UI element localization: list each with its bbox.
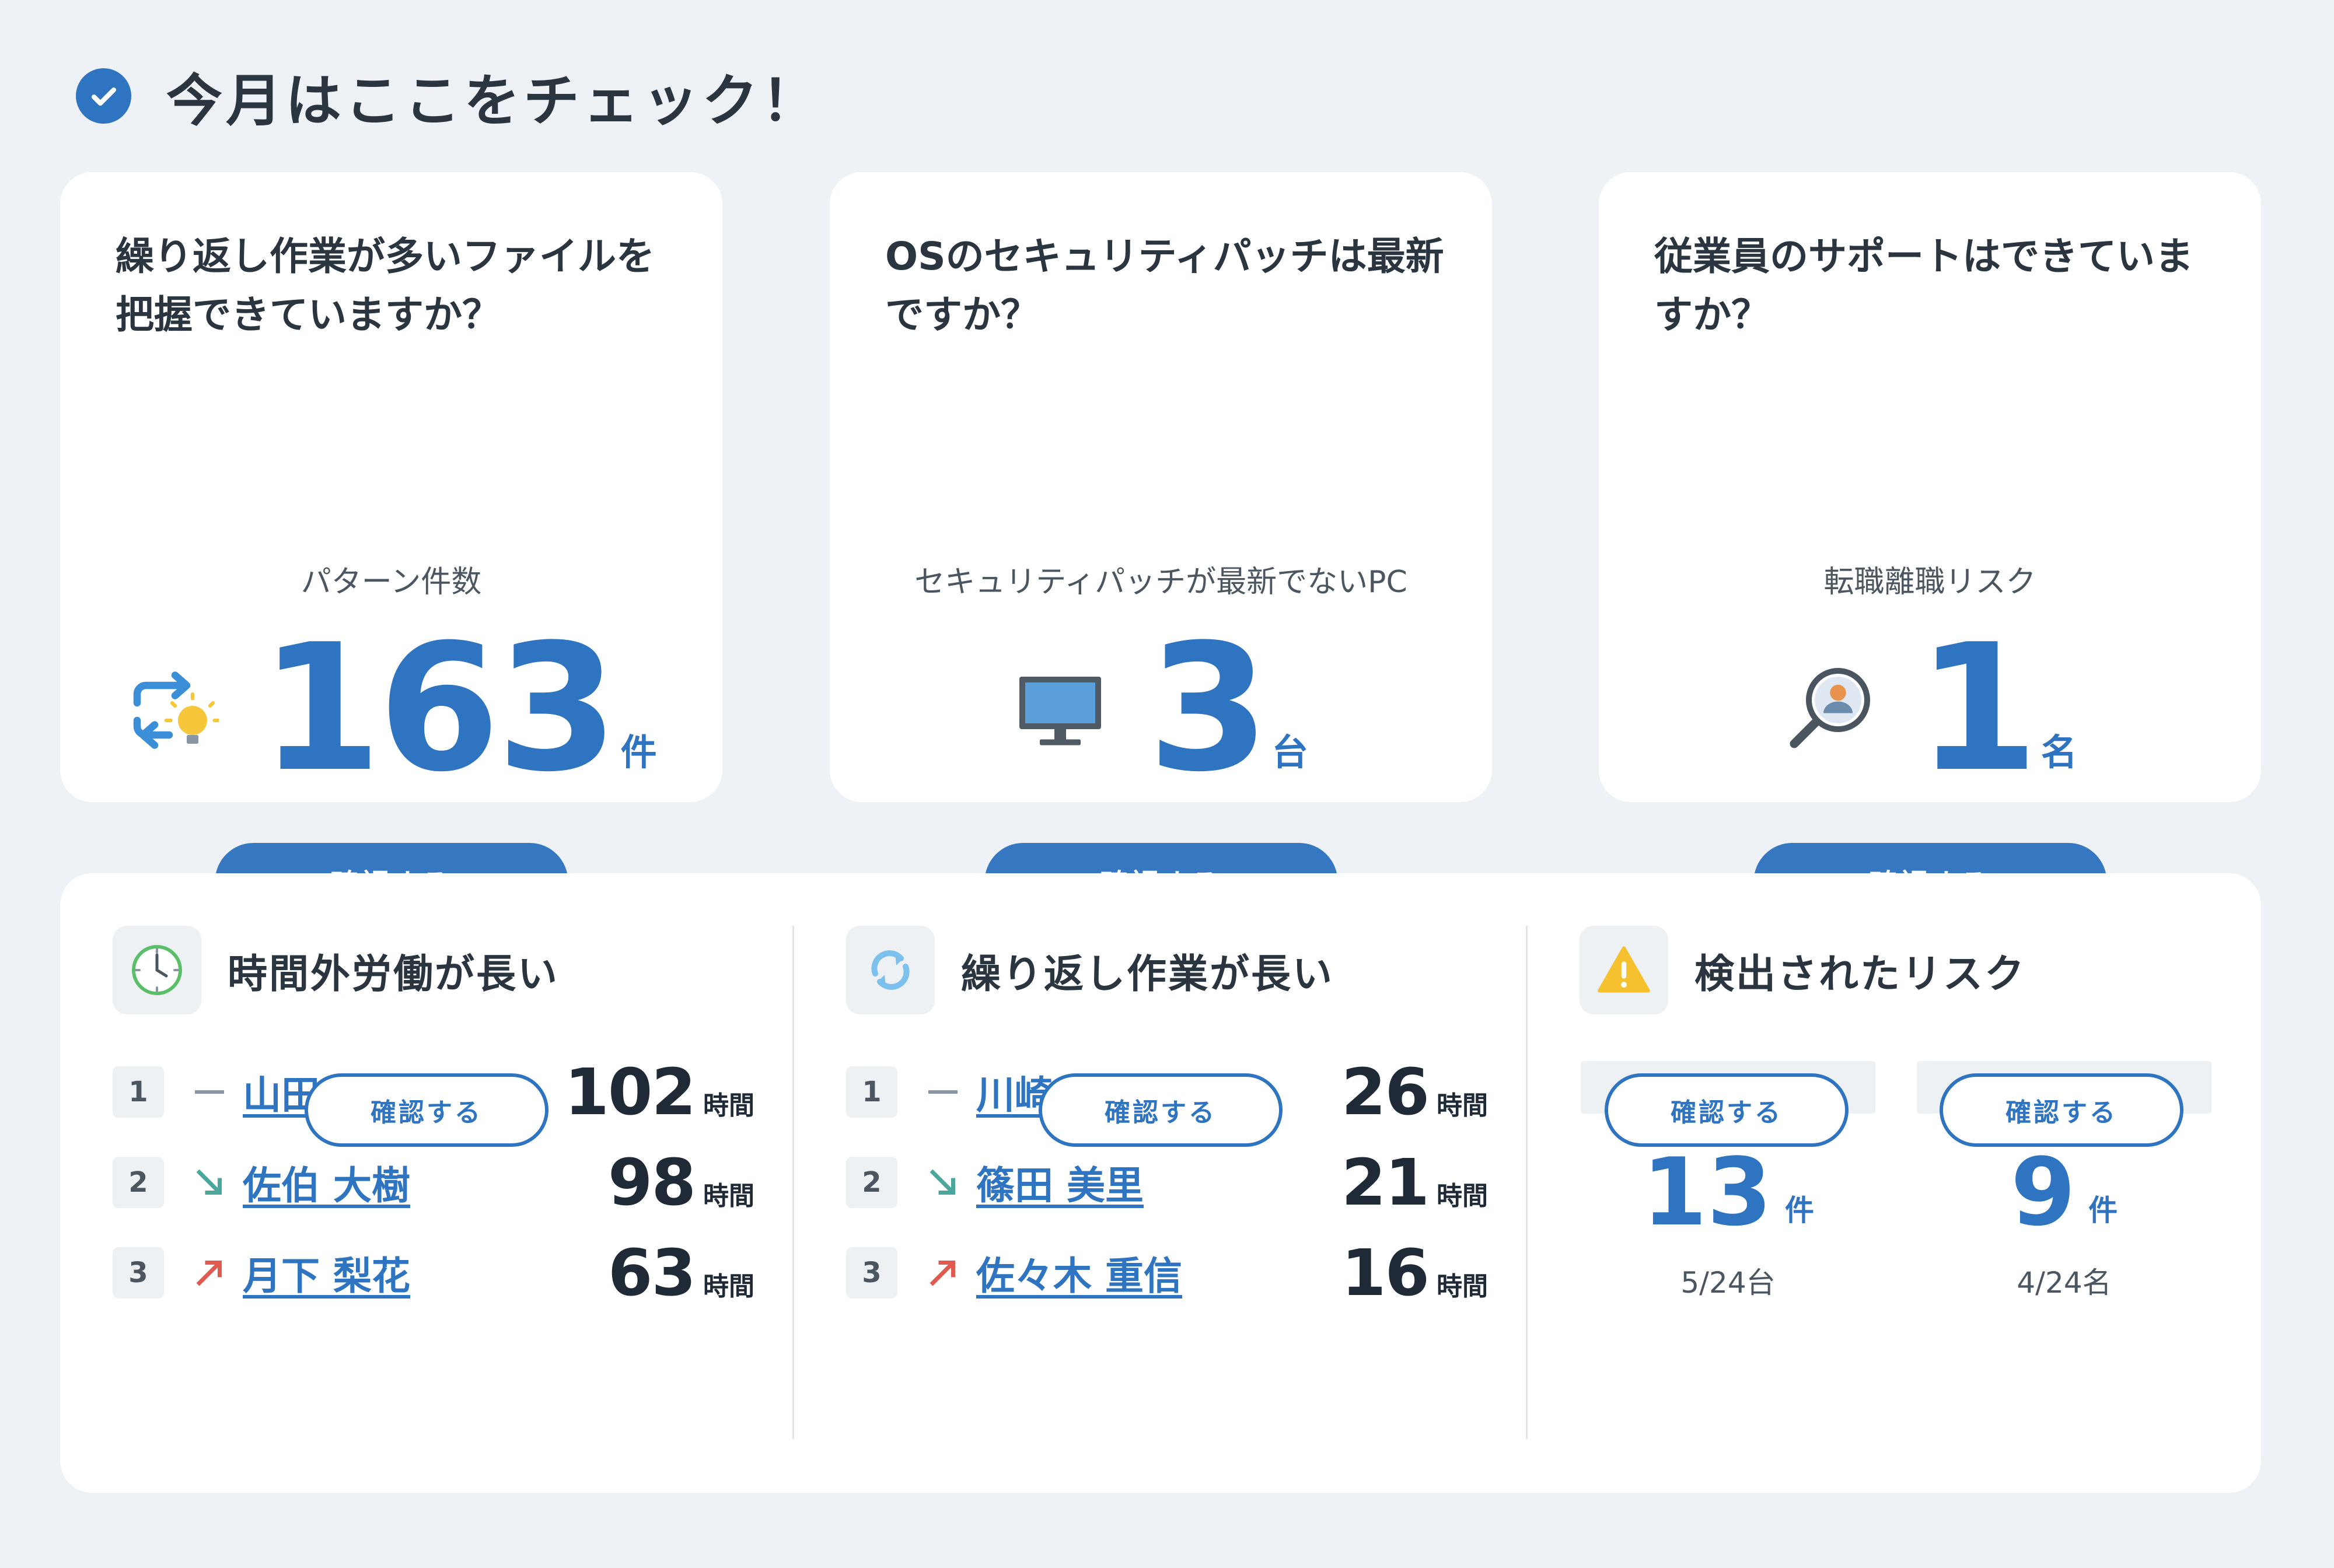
repetitive-confirm-button[interactable]: 確認する — [1039, 1073, 1283, 1147]
rank-number: 1 — [846, 1066, 897, 1118]
risk-ratio: 5/24台 — [1680, 1266, 1776, 1300]
card-metric-label: 転職離職リスク — [1823, 565, 2036, 600]
security-confirm-button[interactable]: 確認する — [1940, 1073, 2183, 1147]
refresh-icon — [846, 926, 935, 1014]
warning-icon — [1580, 926, 1668, 1014]
monitor-icon — [1019, 677, 1102, 746]
rank-number: 1 — [113, 1066, 164, 1118]
ranking-row: 2 佐伯 大樹 98 時間 — [113, 1145, 754, 1220]
overtime-confirm-button[interactable]: 確認する — [305, 1073, 548, 1147]
repeat-lightbulb-icon — [134, 671, 219, 749]
section-title: 検出されたリスク — [1694, 951, 2026, 998]
hours-value: 98 時間 — [608, 1145, 754, 1220]
card-metric: 3 台 — [830, 607, 1492, 810]
employee-link[interactable]: 佐々木 重信 — [976, 1245, 1182, 1301]
hours-number: 26 — [1341, 1055, 1430, 1129]
card-question: 従業員のサポートはできていますか？ — [1654, 234, 2193, 337]
card-metric-unit: 名 — [2040, 731, 2077, 774]
employee-link[interactable]: 篠田 美里 — [976, 1154, 1144, 1210]
hours-number: 16 — [1341, 1236, 1430, 1310]
section-header: 検出されたリスク — [1580, 926, 2026, 1014]
hours-unit: 時間 — [1437, 1091, 1488, 1121]
risk-section: 検出されたリスク IT資産 13 件 5/24台 セキュリティ 9 件 4/24… — [1527, 873, 2260, 1493]
ranking-row: 3 佐々木 重信 16 時間 — [846, 1236, 1488, 1310]
risk-count: 9 件 — [1917, 1138, 2211, 1247]
rank-number: 3 — [113, 1247, 164, 1298]
card-question: OSのセキュリティパッチは最新ですか？ — [885, 234, 1444, 337]
page-title: 今月はここをチェック！ — [166, 68, 821, 134]
it-assets-confirm-button[interactable]: 確認する — [1605, 1073, 1849, 1147]
hours-number: 21 — [1341, 1145, 1430, 1220]
hours-unit: 時間 — [703, 1091, 754, 1121]
ranking-panel: 時間外労働が長い 1 山田 太郎 102時間 2 佐伯 大樹 98時間 3 月下… — [60, 873, 2261, 1493]
trend-flat-icon — [187, 1070, 231, 1114]
risk-ratio: 4/24名 — [2017, 1266, 2112, 1300]
employee-link[interactable]: 月下 梨花 — [243, 1245, 410, 1301]
hours-value: 26 時間 — [1341, 1055, 1488, 1129]
risk-count: 13 件 — [1581, 1138, 1875, 1247]
hours-value: 63 時間 — [608, 1236, 754, 1310]
section-title: 繰り返し作業が長い — [961, 951, 1334, 998]
person-search-icon — [1790, 668, 1871, 748]
risk-count-value: 9 — [2010, 1138, 2076, 1247]
hours-number: 63 — [607, 1236, 696, 1310]
trend-down-icon — [187, 1161, 231, 1205]
check-circle-icon — [76, 68, 131, 124]
hours-unit: 時間 — [703, 1272, 754, 1301]
card-repetitive-files: 繰り返し作業が多いファイルを把握できていますか？ パターン件数 163 件 確認… — [60, 172, 722, 920]
page-header: 今月はここをチェック！ — [76, 55, 821, 136]
rank-number: 3 — [846, 1247, 897, 1298]
card-metric-unit: 台 — [1271, 731, 1308, 774]
hours-value: 16 時間 — [1341, 1236, 1488, 1310]
repetitive-section: 繰り返し作業が長い 1 川崎 香帆 26時間 2 篠田 美里 21時間 3 佐々… — [794, 873, 1527, 1493]
section-header: 時間外労働が長い — [113, 926, 559, 1014]
employee-link[interactable]: 佐伯 大樹 — [243, 1154, 410, 1210]
hours-value: 21 時間 — [1341, 1145, 1488, 1220]
card-employee-support: 従業員のサポートはできていますか？ 転職離職リスク 1 名 確認する — [1599, 172, 2261, 920]
ranking-row: 3 月下 梨花 63 時間 — [113, 1236, 754, 1310]
card-metric-label: パターン件数 — [301, 565, 482, 600]
risk-count-unit: 件 — [2088, 1194, 2118, 1227]
trend-up-icon — [921, 1251, 965, 1295]
hours-unit: 時間 — [1437, 1181, 1488, 1211]
hours-value: 102 時間 — [564, 1055, 754, 1129]
card-question: 繰り返し作業が多いファイルを把握できていますか？ — [116, 234, 655, 337]
hours-number: 98 — [607, 1145, 696, 1220]
section-title: 時間外労働が長い — [228, 951, 560, 998]
section-header: 繰り返し作業が長い — [846, 926, 1334, 1014]
clock-icon — [113, 926, 201, 1014]
hours-unit: 時間 — [703, 1181, 754, 1211]
card-metric-value: 3 — [1148, 607, 1270, 810]
card-os-patch: OSのセキュリティパッチは最新ですか？ セキュリティパッチが最新でないPC 3 … — [830, 172, 1492, 920]
trend-flat-icon — [921, 1070, 965, 1114]
card-metric: 1 名 — [1599, 607, 2261, 810]
rank-number: 2 — [846, 1157, 897, 1208]
rank-number: 2 — [113, 1157, 164, 1208]
card-metric-unit: 件 — [620, 731, 657, 774]
ranking-row: 2 篠田 美里 21 時間 — [846, 1145, 1488, 1220]
trend-up-icon — [187, 1251, 231, 1295]
card-metric: 163 件 — [60, 607, 722, 810]
card-metric-label: セキュリティパッチが最新でないPC — [914, 565, 1407, 600]
risk-count-value: 13 — [1642, 1138, 1772, 1247]
trend-down-icon — [921, 1161, 965, 1205]
overtime-section: 時間外労働が長い 1 山田 太郎 102時間 2 佐伯 大樹 98時間 3 月下… — [60, 873, 794, 1493]
hours-unit: 時間 — [1437, 1272, 1488, 1301]
risk-count-unit: 件 — [1784, 1194, 1814, 1227]
hours-number: 102 — [564, 1055, 696, 1129]
card-metric-value: 163 — [260, 607, 618, 810]
card-metric-value: 1 — [1917, 607, 2039, 810]
